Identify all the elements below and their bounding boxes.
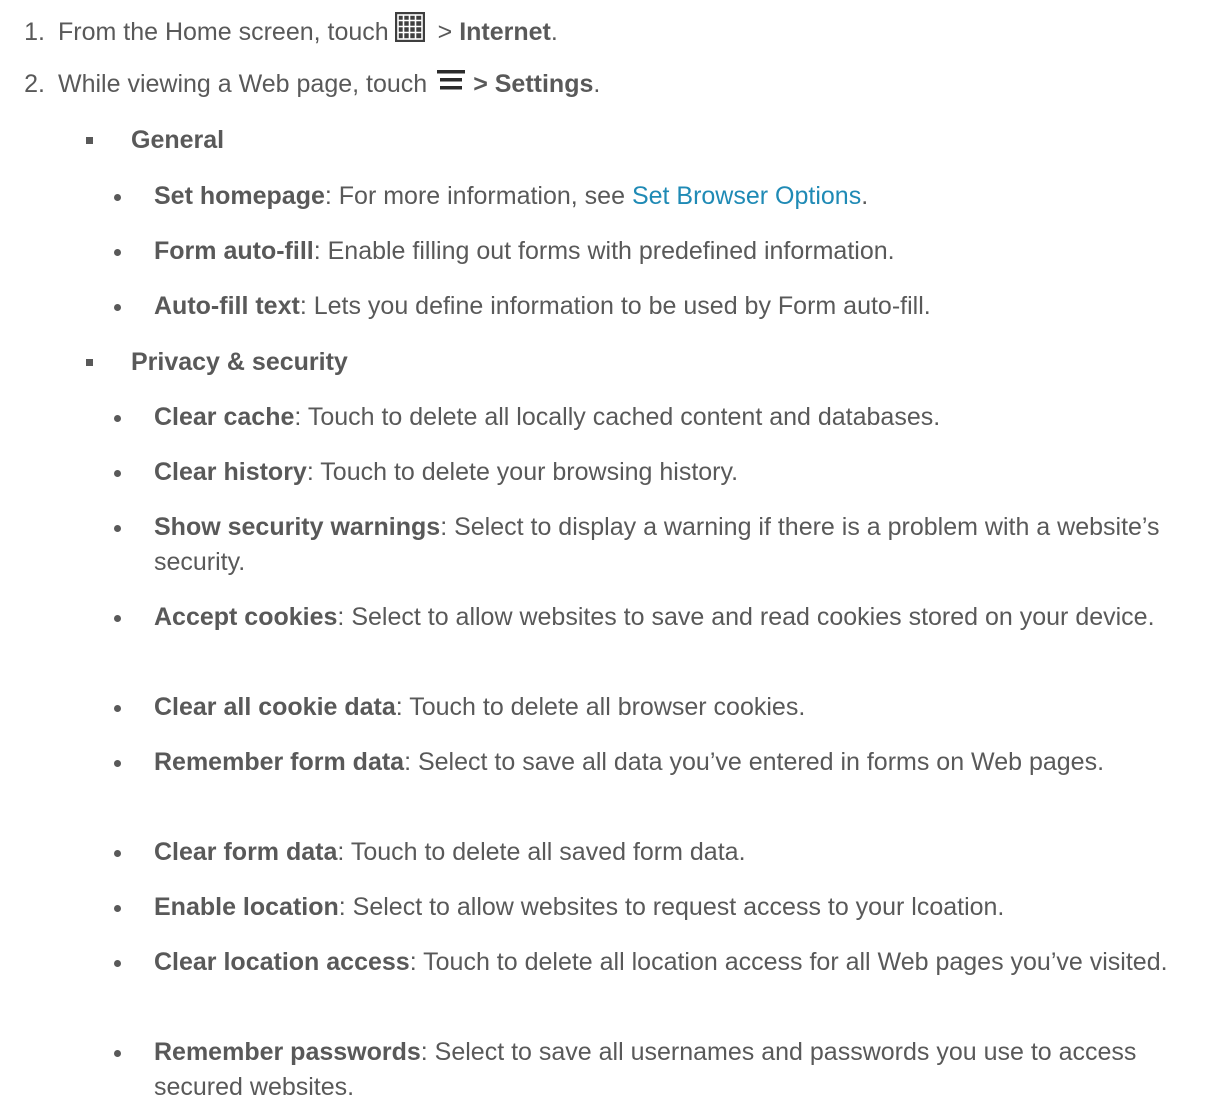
item-term: Remember passwords bbox=[154, 1038, 421, 1066]
step-text-separator: > bbox=[430, 17, 460, 46]
item-desc: : Touch to delete all locally cached con… bbox=[294, 403, 941, 431]
set-browser-options-link[interactable]: Set Browser Options bbox=[632, 182, 861, 210]
step-target-internet: Internet bbox=[459, 17, 551, 46]
item-term: Clear all cookie data bbox=[154, 693, 396, 721]
item-term: Remember form data bbox=[154, 748, 405, 776]
list-item: Remember form data: Select to save all d… bbox=[114, 745, 1209, 780]
item-desc: : Select to allow websites to request ac… bbox=[338, 893, 1005, 921]
list-item: Clear location access: Touch to delete a… bbox=[114, 945, 1209, 980]
list-item: Clear all cookie data: Touch to delete a… bbox=[114, 690, 1209, 725]
item-desc: : Touch to delete all browser cookies. bbox=[395, 693, 806, 721]
section-title: Privacy & security bbox=[131, 348, 348, 376]
apps-grid-icon bbox=[394, 12, 425, 52]
list-item: Remember passwords: Select to save all u… bbox=[114, 1035, 1209, 1105]
section-privacy-security: Privacy & security bbox=[86, 345, 348, 380]
item-term: Show security warnings bbox=[154, 513, 441, 541]
step-number: 2. bbox=[24, 70, 45, 98]
item-term: Clear form data bbox=[154, 838, 338, 866]
item-desc: : Touch to delete all saved form data. bbox=[337, 838, 746, 866]
item-desc: : Touch to delete your browsing history. bbox=[306, 458, 739, 486]
instructions-page: 1. From the Home screen, touch > Interne… bbox=[0, 0, 1215, 1114]
item-desc: : Select to allow websites to save and r… bbox=[337, 603, 1155, 631]
step-1: 1. From the Home screen, touch > Interne… bbox=[0, 12, 558, 52]
list-item: Clear history: Touch to delete your brow… bbox=[114, 455, 1209, 490]
menu-icon bbox=[437, 67, 466, 102]
section-title: General bbox=[131, 126, 225, 154]
list-item: Clear form data: Touch to delete all sav… bbox=[114, 835, 1209, 870]
list-item: Set homepage: For more information, see … bbox=[114, 182, 869, 210]
item-term: Clear location access bbox=[154, 948, 410, 976]
item-desc: : Select to save all data you’ve entered… bbox=[404, 748, 1105, 776]
step-2: 2. While viewing a Web page, touch > Set… bbox=[0, 67, 600, 102]
list-item: Accept cookies: Select to allow websites… bbox=[114, 600, 1209, 635]
list-item: Form auto-fill: Enable filling out forms… bbox=[114, 234, 1209, 269]
square-bullet-icon bbox=[86, 137, 93, 144]
item-term: Auto-fill text bbox=[154, 292, 300, 320]
step-text: While viewing a Web page, touch bbox=[58, 70, 428, 98]
step-target-settings: > Settings bbox=[473, 70, 594, 98]
item-desc: : For more information, see bbox=[324, 182, 632, 210]
item-term: Accept cookies bbox=[154, 603, 338, 631]
item-term: Form auto-fill bbox=[154, 237, 314, 265]
step-number: 1. bbox=[24, 17, 45, 46]
item-term: Clear history bbox=[154, 458, 307, 486]
item-term: Set homepage bbox=[154, 182, 325, 210]
section-general: General bbox=[86, 123, 224, 158]
item-desc: : Touch to delete all location access fo… bbox=[409, 948, 1168, 976]
item-term: Enable location bbox=[154, 893, 339, 921]
square-bullet-icon bbox=[86, 359, 93, 366]
list-item: Auto-fill text: Lets you define informat… bbox=[114, 289, 1209, 324]
list-item: Clear cache: Touch to delete all locally… bbox=[114, 400, 1209, 435]
item-desc: : Lets you define information to be used… bbox=[299, 292, 931, 320]
item-desc: : Enable filling out forms with predefin… bbox=[313, 237, 895, 265]
step-text: From the Home screen, touch bbox=[58, 17, 389, 46]
item-term: Clear cache bbox=[154, 403, 295, 431]
list-item: Enable location: Select to allow website… bbox=[114, 890, 1209, 925]
list-item: Show security warnings: Select to displa… bbox=[114, 510, 1209, 580]
